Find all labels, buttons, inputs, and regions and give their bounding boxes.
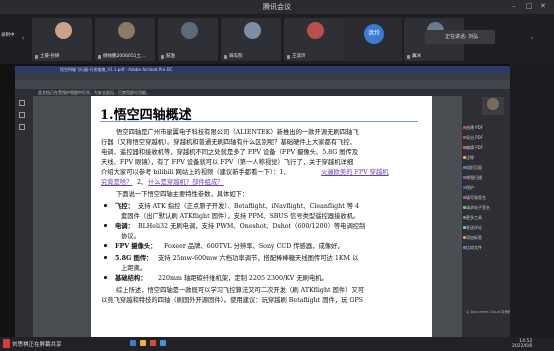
bullet-text: 220mm 轴距碳纤维机架，定制 2205 2300/KV 无刷电机。 [158, 275, 328, 282]
paragraph-line: 以竞飞穿越和特技的四轴（刷国外开源固件）。使用建议：玩穿越刷 Betafligh… [101, 297, 363, 304]
bullet-icon [104, 244, 107, 247]
pdf-menubar [15, 73, 510, 80]
meeting-side-panel [510, 64, 554, 337]
tool-request-signature[interactable]: 请求电子签名 [466, 205, 490, 211]
heading-rule [100, 121, 418, 122]
tool-comment[interactable]: 注释 [466, 155, 474, 161]
presenter-tile[interactable]: 洪玲 [344, 18, 402, 61]
bullet-text: 上距离。 [121, 265, 147, 272]
bullet-label: 电调： [115, 223, 134, 230]
avatar [307, 22, 324, 39]
attachment-icon[interactable] [19, 124, 25, 130]
tool-add-tags[interactable]: 添加标签 [466, 235, 482, 241]
avatar [55, 22, 72, 39]
chevron-right-icon[interactable]: › [531, 35, 533, 42]
screen-share-label: 刘思祺正在屏幕共享 [12, 342, 62, 348]
paragraph-line: 电调、遥控器和接收机等，穿越机不同之处就是多了 FPV 设备（FPV 摄像头、5… [101, 149, 359, 156]
paragraph-line: 悟空四轴是广州市星翼电子科技有限公司（ALIENTEK）新推出的一款开源无刷四轴… [116, 129, 359, 136]
pdf-toolbar [15, 80, 510, 89]
bullet-icon [104, 204, 107, 207]
paragraph-line: 天线、FPV 眼镜），有了 FPV 设备就可以 FPV（第一人称视觉）飞行了，关… [101, 159, 354, 166]
participant-name: 鼓渔 [166, 54, 175, 59]
speaking-indicator: 正在讲话: 刘弘 [425, 30, 495, 44]
tool-export-pdf[interactable]: 导出 PDF [466, 135, 483, 141]
participant-tile[interactable]: 土豪·孙妍 [32, 18, 92, 61]
tool-fill-sign[interactable]: 填写和签名 [466, 195, 486, 201]
clock: 14:52 2022/6/6 [512, 339, 532, 349]
folder-icon[interactable] [140, 340, 146, 346]
bullet-text: Foxeer 品牌、600TVL 分辨率、Sony CCD 传感器，成像好。 [164, 243, 344, 250]
tool-send-review[interactable]: 发送评论 [466, 225, 482, 231]
mic-icon [98, 55, 101, 59]
participant-tile[interactable]: 骑岛院 [221, 18, 281, 61]
participant-tile[interactable]: 杨帅鹏2006051土... [95, 18, 155, 61]
bullet-text: 协议。 [121, 233, 140, 240]
mic-icon [161, 55, 164, 59]
bullet-icon [104, 224, 107, 227]
app-icon[interactable] [130, 340, 136, 346]
avatar [118, 22, 135, 39]
tool-organize-pages[interactable]: 组织页面 [466, 165, 482, 171]
avatar [487, 98, 499, 110]
pdf-canvas-margin [432, 96, 462, 337]
participant-name: 杨帅鹏2006051土... [103, 54, 146, 59]
mic-icon [35, 55, 38, 59]
video-link-cont[interactable]: 究竟是啥？ [101, 177, 132, 186]
video-link[interactable]: 火遍欧美的 FPV 穿越机 [321, 167, 389, 176]
paragraph-line: 行器（又称悟空穿越机）。穿越机和普通无刷四轴有什么区别呢？基础硬件上大家都有飞控… [101, 139, 357, 146]
minimize-icon[interactable]: – [512, 2, 516, 10]
tool-more-tools[interactable]: 更多工具 [466, 215, 482, 221]
bullet-label: 飞控： [115, 203, 134, 210]
share-status-icon [3, 339, 10, 348]
mic-icon [407, 55, 410, 59]
participant-tile[interactable]: 王滨玲 [284, 18, 344, 61]
avatar [181, 22, 198, 39]
bullet-icon [104, 276, 107, 279]
video-link[interactable]: 什么是穿越机？部件组成？ [148, 177, 224, 186]
maximize-icon[interactable]: □ [526, 2, 533, 10]
recording-status: 录制中 [1, 33, 15, 38]
participant-tile[interactable]: 鼓渔 [158, 18, 218, 61]
participant-name: 土豪·孙妍 [40, 54, 60, 59]
clock-date: 2022/6/6 [512, 344, 533, 349]
mic-icon [224, 55, 227, 59]
protected-view-notice: 此文档已在受保护视图中打开。为安全起见，已禁用部分功能。 [38, 90, 150, 95]
tool-edit-pdf[interactable]: 编辑 PDF [466, 145, 483, 151]
tool-compare-files[interactable]: 比较文件 [466, 245, 482, 251]
participant-name: 冀冰 [412, 54, 421, 59]
paragraph-line: 下面说一下悟空四轴主要特性参数，具体如下： [116, 191, 249, 198]
pdf-window-title: 悟空四轴飞行器-开发指南_V1.1.pdf - Adobe Acrobat Pr… [60, 67, 173, 72]
bookmark-icon[interactable] [19, 100, 25, 106]
pdf-left-rail [15, 96, 33, 337]
bullet-label: FPV 摄像头： [115, 243, 157, 250]
bullet-text: 套固件（出厂默认刷 ATKflight 固件），支持 PPM、SBUS 信号类型… [121, 213, 360, 220]
pages-icon[interactable] [19, 112, 25, 118]
presenter-avatar: 洪玲 [364, 24, 384, 44]
bullet-label: 5.8G 图传： [115, 255, 153, 262]
participant-name: 骑岛院 [229, 54, 243, 59]
tool-enhance-scans[interactable]: 增强扫描 [466, 175, 482, 181]
paragraph-line: 2、 [137, 179, 148, 186]
acrobat-icon[interactable] [150, 340, 156, 346]
mic-icon [287, 55, 290, 59]
paragraph-line: 介绍大家可以参考 bilibili 网站上的视频（建议新手都看一下）：1、 [101, 169, 290, 176]
bullet-label: 基础结构： [115, 275, 147, 282]
participant-name: 王滨玲 [292, 54, 306, 59]
bullet-text: 支持 ATK 指控（正点原子开发）、Betaflight、iNavflight、… [138, 203, 360, 210]
tool-create-pdf[interactable]: 创建 PDF [466, 125, 483, 131]
bullet-text: 支持 25mw-600mw 六档功率调节，搭配棒棒糖天线图传可达 1KM 以 [158, 255, 359, 262]
close-icon[interactable]: ✕ [540, 2, 546, 10]
meeting-title: 腾讯会议 [263, 3, 291, 11]
avatar [244, 22, 261, 39]
chevron-left-icon[interactable]: ‹ [22, 35, 24, 42]
paragraph-line: 综上所述，悟空四轴是一款既可以学习飞控算法又可二次开发（刷 ATKflight … [116, 287, 365, 294]
bullet-icon [104, 256, 107, 259]
meeting-app-icon[interactable] [160, 340, 166, 346]
bullet-text: BLHeli32 无刷电调，支持 PWM、Oneshot、Dshot（600/1… [138, 223, 366, 230]
tool-protect[interactable]: 保护 [466, 185, 474, 191]
pdf-canvas-margin [33, 96, 91, 337]
taskbar [0, 337, 554, 351]
